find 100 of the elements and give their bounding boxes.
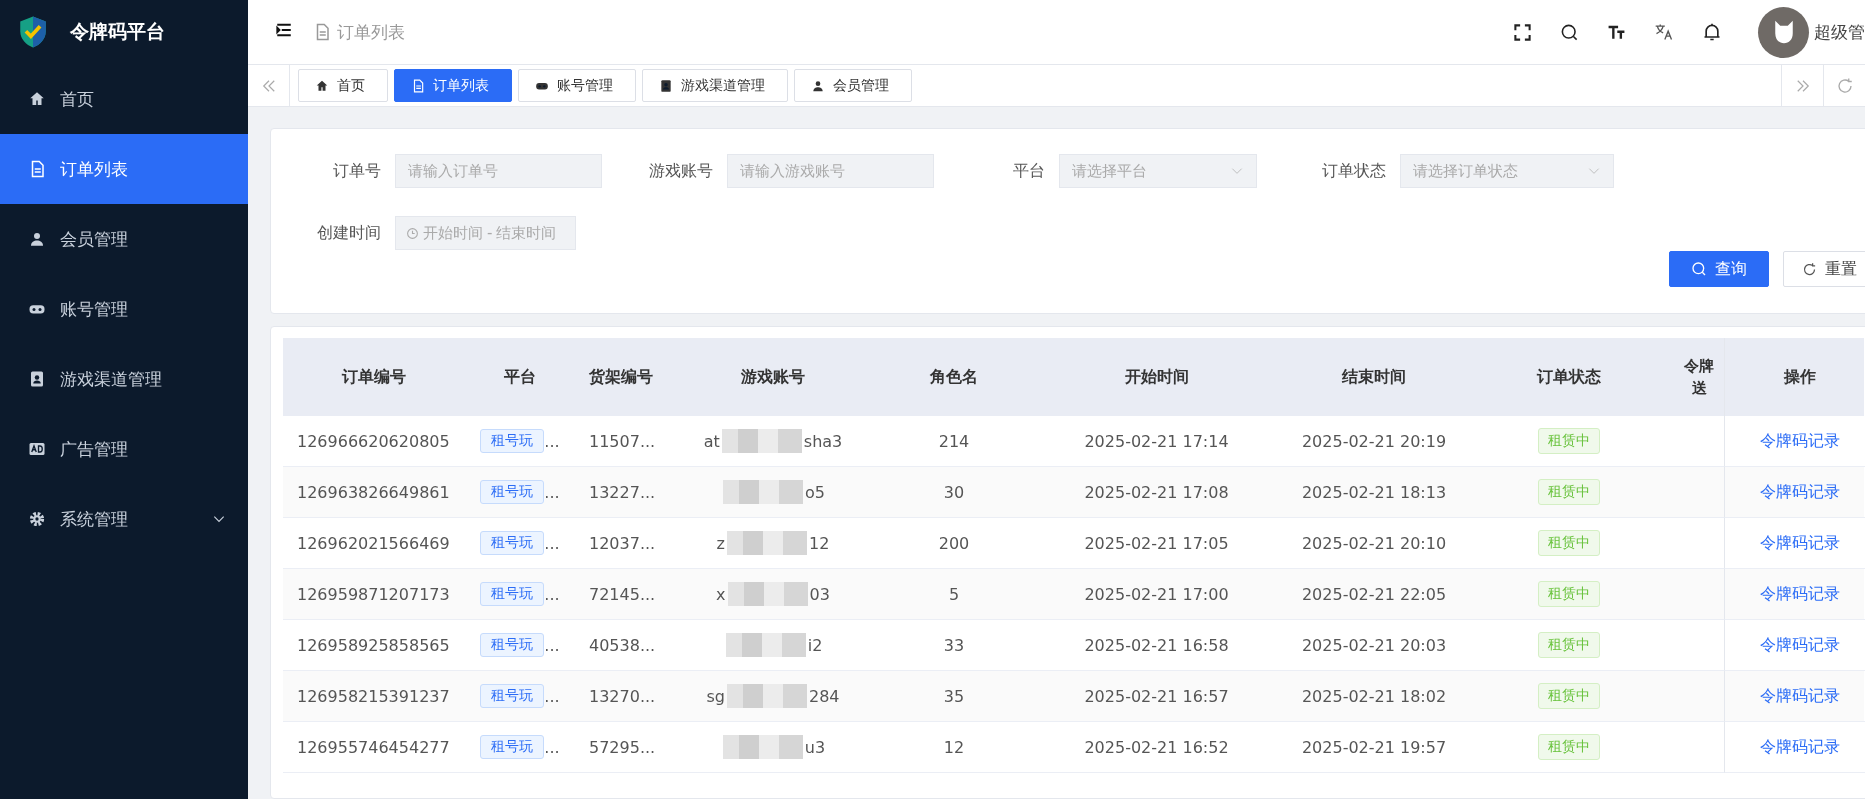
platform-tag: 租号玩 [480,684,545,708]
sidebar-item[interactable]: 订单列表 [0,134,248,204]
sidebar-item[interactable]: 首页 [0,64,248,134]
platform-tag: 租号玩 [480,429,545,453]
token-record-link[interactable]: 令牌码记录 [1759,634,1840,656]
field-label: 订单号 [332,160,382,182]
platform-tag: 租号玩 [480,633,545,657]
table-cell: 126955746454277 [297,737,450,757]
table-cell: 126963826649861 [297,482,450,502]
sidebar-item[interactable]: 系统管理 [0,484,248,554]
sidebar-item[interactable]: 账号管理 [0,274,248,344]
input-field[interactable]: 请输入游戏账号 [727,154,934,188]
table-cell: 2025-02-21 16:58 [1084,635,1229,655]
table-cell: i2 [807,635,823,655]
table-cell: 2025-02-21 17:05 [1084,533,1229,553]
table-cell: 126962021566469 [297,533,450,553]
overflow-ellipsis: ... [544,635,560,655]
overflow-ellipsis: ... [544,431,560,451]
avatar[interactable] [1758,6,1809,58]
field-label: 创建时间 [316,222,382,244]
table-cell: 2025-02-21 16:57 [1084,686,1229,706]
overflow-ellipsis: ... [544,584,560,604]
overflow-ellipsis: ... [544,533,560,553]
table-cell: 40538... [589,635,656,655]
status-tag: 租赁中 [1538,581,1600,607]
fullscreen-icon [1513,22,1532,42]
status-tag: 租赁中 [1538,428,1600,454]
table-cell: o5 [805,482,825,502]
column-header: 开始时间 [1124,366,1189,388]
token-record-link[interactable]: 令牌码记录 [1759,481,1840,503]
table-cell: 12037... [589,533,656,553]
table-cell: u3 [804,737,826,757]
table-cell: 13227... [589,482,656,502]
table-cell: 33 [943,635,965,655]
table-cell: 2025-02-21 19:57 [1301,737,1447,757]
table-cell: 11507... [589,431,656,451]
table-cell: z [716,533,725,553]
token-record-link[interactable]: 令牌码记录 [1759,430,1840,452]
overflow-ellipsis: ... [544,686,560,706]
table-cell: 2025-02-21 20:19 [1301,431,1447,451]
breadcrumb-text: 订单列表 [337,20,405,44]
reset-button[interactable]: 重置 [1783,251,1865,287]
table-cell: sha3 [803,431,843,451]
ad-icon [28,440,46,458]
table-cell: 30 [943,482,965,502]
status-tag: 租赁中 [1538,683,1600,709]
sidebar-item[interactable]: 广告管理 [0,414,248,484]
platform-tag: 租号玩 [480,531,545,555]
table-cell: 35 [943,686,965,706]
status-tag: 租赁中 [1538,530,1600,556]
column-header: 操作 [1783,366,1816,388]
status-tag: 租赁中 [1538,479,1600,505]
table-cell: 2025-02-21 20:03 [1301,635,1447,655]
user-icon [811,78,825,93]
token-record-link[interactable]: 令牌码记录 [1759,685,1840,707]
sidebar-item[interactable]: 会员管理 [0,204,248,274]
tab[interactable]: 会员管理 [794,69,912,102]
table-cell: 13270... [589,686,656,706]
sidebar-item[interactable]: 游戏渠道管理 [0,344,248,414]
table-cell: 2025-02-21 18:02 [1301,686,1447,706]
input-field[interactable]: 请输入订单号 [395,154,602,188]
table-cell: at [703,431,720,451]
table-cell: sg [706,686,725,706]
bell-icon [1702,22,1722,42]
table-cell: 2025-02-21 20:10 [1301,533,1447,553]
table-cell: 5 [948,584,960,604]
home-icon [28,90,46,108]
user-icon [28,230,46,248]
column-header: 货架编号 [589,366,653,388]
token-record-link[interactable]: 令牌码记录 [1759,532,1840,554]
menu-icon [275,21,293,39]
translate-icon [1654,22,1674,42]
contact-book-icon [28,370,46,388]
table-cell: 2025-02-21 18:13 [1301,482,1447,502]
token-record-link[interactable]: 令牌码记录 [1759,583,1840,605]
column-header: 订单编号 [342,366,406,388]
tab[interactable]: 账号管理 [518,69,636,102]
table-cell: 2025-02-21 17:14 [1084,431,1229,451]
table-cell: 12 [809,533,830,553]
user-name[interactable]: 超级管 [1814,20,1865,44]
app-title: 令牌码平台 [70,19,165,44]
tab[interactable]: 游戏渠道管理 [642,69,788,102]
column-header: 结束时间 [1342,366,1406,388]
field-label: 订单状态 [1321,160,1387,182]
table-cell: 126958215391237 [297,686,450,706]
token-record-link[interactable]: 令牌码记录 [1759,736,1840,758]
status-tag: 租赁中 [1538,632,1600,658]
tab[interactable]: 首页 [298,69,388,102]
tab[interactable]: 订单列表 [394,69,512,102]
table-cell: 12 [943,737,965,757]
document-icon [411,78,425,93]
column-header: 订单状态 [1537,366,1601,388]
overflow-ellipsis: ... [544,482,560,502]
table-cell: 126959871207173 [297,584,450,604]
platform-tag: 租号玩 [480,480,545,504]
table-cell: 2025-02-21 17:08 [1084,482,1229,502]
query-button[interactable]: 查询 [1669,251,1769,287]
platform-tag: 租号玩 [480,582,545,606]
column-header: 令牌送 [1683,355,1715,399]
platform-tag: 租号玩 [480,735,545,759]
